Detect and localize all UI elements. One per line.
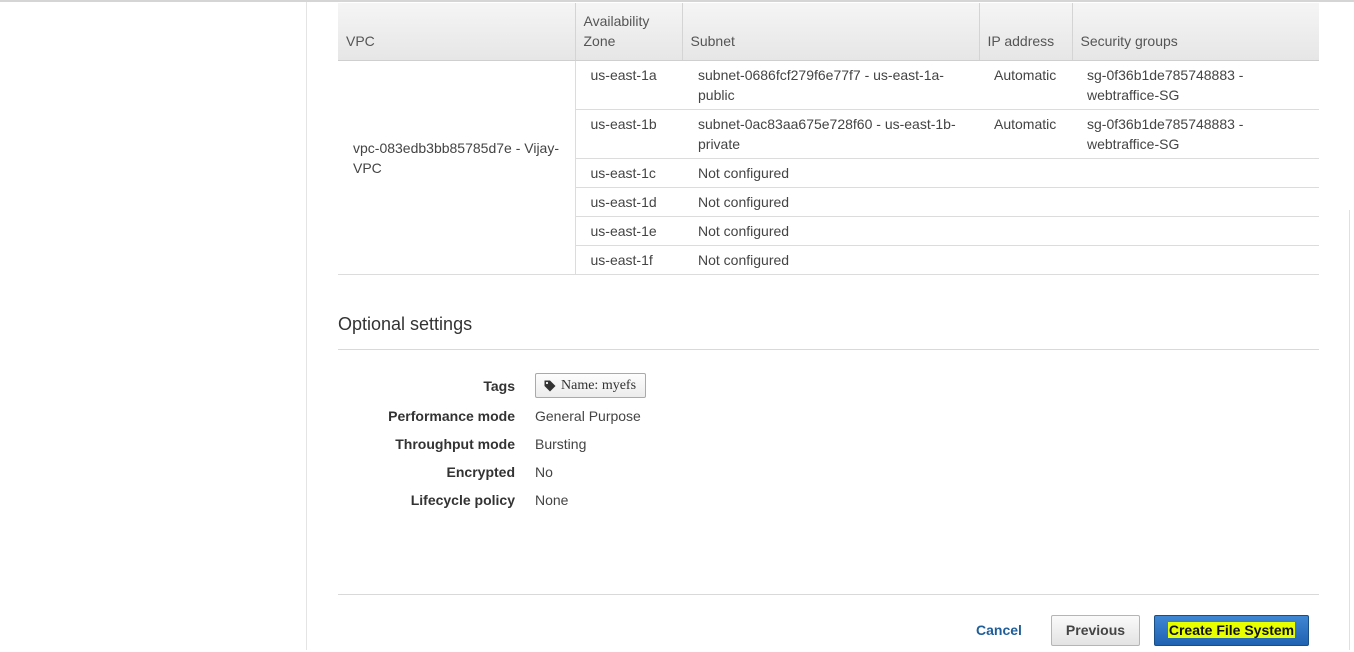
az-cell: us-east-1e xyxy=(575,216,682,246)
subnet-cell: subnet-0686fcf279f6e77f7 - us-east-1a-pu… xyxy=(682,60,979,110)
subnet-cell: Not configured xyxy=(682,245,979,275)
column-header-ip-address: IP address xyxy=(979,3,1073,61)
lifecycle-policy-value: None xyxy=(535,492,569,508)
ip-address-cell xyxy=(979,187,1072,217)
encrypted-label: Encrypted xyxy=(446,464,515,480)
create-file-system-button[interactable]: Create File System xyxy=(1154,615,1309,646)
column-header-availability-zone: Availability Zone xyxy=(575,3,683,61)
subnet-cell: Not configured xyxy=(682,216,979,246)
lifecycle-policy-row: Lifecycle policy None xyxy=(338,489,938,511)
az-cell: us-east-1a xyxy=(575,60,682,110)
ip-address-cell xyxy=(979,216,1072,246)
ip-address-cell xyxy=(979,245,1072,275)
security-groups-cell xyxy=(1072,187,1319,217)
vpc-cell: vpc-083edb3bb85785d7e - Vijay- VPC xyxy=(338,60,576,275)
cancel-button[interactable]: Cancel xyxy=(976,621,1022,639)
table-header-row: VPC Availability Zone Subnet IP address S… xyxy=(338,3,1319,61)
section-divider xyxy=(338,349,1319,350)
column-header-subnet: Subnet xyxy=(682,3,980,61)
subnet-cell: Not configured xyxy=(682,158,979,188)
tags-row: Tags Name: myefs xyxy=(338,373,938,398)
security-groups-cell: sg-0f36b1de785748883 - webtraffice-SG xyxy=(1072,109,1319,159)
subnet-cell: subnet-0ac83aa675e728f60 - us-east-1b-pr… xyxy=(682,109,979,159)
scrollbar-track[interactable] xyxy=(1349,210,1350,650)
previous-button[interactable]: Previous xyxy=(1051,615,1140,646)
performance-mode-value: General Purpose xyxy=(535,408,641,424)
encrypted-row: Encrypted No xyxy=(338,461,938,483)
security-groups-cell xyxy=(1072,245,1319,275)
optional-settings-heading: Optional settings xyxy=(338,314,473,334)
column-header-security-groups: Security groups xyxy=(1072,3,1319,61)
lifecycle-policy-label: Lifecycle policy xyxy=(410,492,515,508)
ip-address-cell xyxy=(979,158,1072,188)
tags-label: Tags xyxy=(483,378,515,394)
tag-icon xyxy=(544,380,556,391)
table-row: vpc-083edb3bb85785d7e - Vijay- VPC us-eas… xyxy=(338,60,1319,275)
tag-value: Name: myefs xyxy=(561,378,637,393)
az-cell: us-east-1c xyxy=(575,158,682,188)
mount-targets-table: VPC Availability Zone Subnet IP address S… xyxy=(338,3,1319,275)
az-cell: us-east-1b xyxy=(575,109,682,159)
ip-address-cell: Automatic xyxy=(979,109,1072,159)
security-groups-cell xyxy=(1072,216,1319,246)
left-navigation-pane xyxy=(0,2,307,650)
subnet-cell: Not configured xyxy=(682,187,979,217)
footer-divider xyxy=(338,594,1319,595)
az-cell: us-east-1f xyxy=(575,245,682,275)
throughput-mode-row: Throughput mode Bursting xyxy=(338,433,938,455)
security-groups-cell: sg-0f36b1de785748883 - webtraffice-SG xyxy=(1072,60,1319,110)
security-groups-cell xyxy=(1072,158,1319,188)
az-cell: us-east-1d xyxy=(575,187,682,217)
ip-address-cell: Automatic xyxy=(979,60,1072,110)
create-file-system-label: Create File System xyxy=(1167,622,1296,638)
tag-chip[interactable]: Name: myefs xyxy=(535,373,647,398)
throughput-mode-label: Throughput mode xyxy=(395,436,515,452)
performance-mode-label: Performance mode xyxy=(388,408,515,424)
throughput-mode-value: Bursting xyxy=(535,436,587,452)
column-header-vpc: VPC xyxy=(338,3,576,61)
encrypted-value: No xyxy=(535,464,553,480)
performance-mode-row: Performance mode General Purpose xyxy=(338,405,938,427)
